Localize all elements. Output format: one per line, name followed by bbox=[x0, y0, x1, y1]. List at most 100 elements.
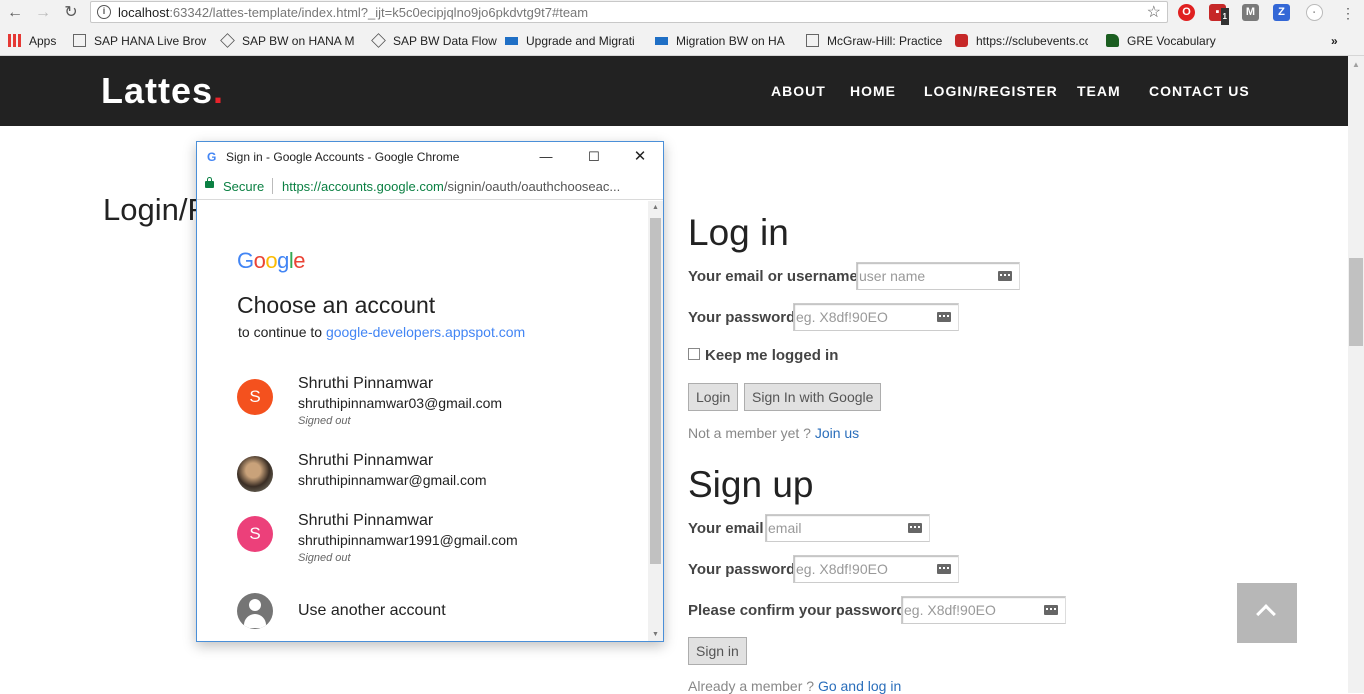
bookmark-item[interactable]: McGraw-Hill: Practice bbox=[806, 33, 942, 49]
close-icon[interactable]: ✕ bbox=[631, 148, 649, 166]
popup-titlebar[interactable]: G Sign in - Google Accounts - Google Chr… bbox=[197, 142, 663, 172]
scroll-up-arrow-icon[interactable]: ▲ bbox=[652, 204, 659, 211]
login-password-input[interactable]: eg. X8df!90EO bbox=[793, 303, 959, 331]
login-title: Log in bbox=[688, 212, 789, 253]
use-another-label: Use another account bbox=[298, 602, 446, 619]
keep-logged-checkbox[interactable] bbox=[688, 348, 700, 360]
login-email-placeholder: user name bbox=[859, 268, 926, 284]
lock-icon bbox=[205, 177, 214, 188]
popup-url-bar[interactable]: Secure https://accounts.google.com/signi… bbox=[197, 172, 663, 200]
go-login-link[interactable]: Go and log in bbox=[818, 678, 901, 694]
not-member-text: Not a member yet ? Join us bbox=[688, 425, 860, 441]
signup-password-input[interactable]: eg. X8df!90EO bbox=[793, 555, 959, 583]
google-logo: Google bbox=[237, 248, 306, 273]
bookmark-item[interactable]: Upgrade and Migrati bbox=[505, 33, 635, 49]
bookmark-item[interactable]: SAP BW on HANA Mi bbox=[220, 33, 354, 49]
signup-email-placeholder: email bbox=[768, 520, 802, 536]
account-item[interactable]: S Shruthi Pinnamwar shruthipinnamwar1991… bbox=[197, 512, 649, 586]
popup-scroll-thumb[interactable] bbox=[650, 218, 661, 564]
keyboard-icon bbox=[937, 564, 951, 574]
login-email-input[interactable]: user name bbox=[856, 262, 1020, 290]
login-button[interactable]: Login bbox=[688, 383, 739, 411]
popup-content: Google Choose an account to continue to … bbox=[197, 201, 649, 641]
spider-icon bbox=[955, 34, 968, 47]
keyboard-icon bbox=[908, 523, 922, 533]
browser-chrome: ← → ↻ i localhost:63342/lattes-template/… bbox=[0, 0, 1364, 56]
google-signin-button[interactable]: Sign In with Google bbox=[744, 383, 882, 411]
account-name: Shruthi Pinnamwar bbox=[298, 512, 434, 529]
bookmark-item[interactable]: SAP HANA Live Brow bbox=[73, 33, 206, 49]
popup-scrollbar[interactable]: ▲ ▼ bbox=[648, 201, 663, 641]
account-item[interactable]: S Shruthi Pinnamwar shruthipinnamwar03@g… bbox=[197, 375, 649, 449]
nav-contact-us[interactable]: CONTACT US bbox=[1149, 83, 1250, 99]
login-password-label: Your password bbox=[688, 309, 796, 326]
nav-about[interactable]: ABOUT bbox=[771, 83, 826, 99]
bookmark-item[interactable]: SAP BW Data Flow bbox=[371, 33, 497, 49]
bookmark-item[interactable]: Migration BW on HA bbox=[655, 33, 785, 49]
back-to-top-button[interactable] bbox=[1237, 583, 1297, 643]
m-extension-icon[interactable]: M bbox=[1242, 4, 1259, 21]
extension-circle-icon[interactable]: · bbox=[1306, 4, 1323, 21]
back-arrow-icon[interactable]: ← bbox=[5, 3, 25, 23]
login-email-label: Your email or username bbox=[688, 268, 858, 285]
diamond-icon bbox=[371, 33, 386, 48]
bookmark-apps[interactable]: Apps bbox=[8, 33, 56, 49]
page-scrollbar[interactable]: ▲ bbox=[1348, 56, 1364, 693]
account-email: shruthipinnamwar03@gmail.com bbox=[298, 395, 503, 411]
avatar bbox=[237, 456, 273, 492]
reload-icon[interactable]: ↻ bbox=[61, 3, 81, 23]
page-icon bbox=[806, 34, 819, 47]
account-status: Signed out bbox=[298, 415, 351, 427]
avatar: S bbox=[237, 379, 273, 415]
signup-confirm-input[interactable]: eg. X8df!90EO bbox=[901, 596, 1066, 624]
signup-password-label: Your password bbox=[688, 561, 796, 578]
page-heading: Login/R bbox=[103, 192, 210, 227]
continue-app-link[interactable]: google-developers.appspot.com bbox=[326, 324, 525, 340]
menu-dots-icon[interactable]: ⋮ bbox=[1338, 3, 1358, 23]
url-divider bbox=[272, 178, 273, 194]
info-icon[interactable]: i bbox=[97, 5, 111, 19]
keep-logged-label: Keep me logged in bbox=[705, 347, 839, 364]
diamond-icon bbox=[220, 33, 235, 48]
scroll-thumb[interactable] bbox=[1349, 258, 1363, 346]
account-name: Shruthi Pinnamwar bbox=[298, 452, 434, 469]
avatar: S bbox=[237, 516, 273, 552]
scroll-down-arrow-icon[interactable]: ▼ bbox=[652, 631, 659, 638]
already-member-text: Already a member ? Go and log in bbox=[688, 678, 902, 694]
login-password-placeholder: eg. X8df!90EO bbox=[796, 309, 888, 325]
forward-arrow-icon[interactable]: → bbox=[33, 3, 53, 23]
join-us-link[interactable]: Join us bbox=[815, 425, 859, 441]
person-icon bbox=[237, 593, 273, 629]
signup-email-label: Your email bbox=[688, 520, 764, 537]
maximize-icon[interactable]: ☐ bbox=[585, 148, 603, 166]
signup-email-input[interactable]: email bbox=[765, 514, 930, 542]
address-row: ← → ↻ i localhost:63342/lattes-template/… bbox=[0, 0, 1364, 26]
extension-icon[interactable]: 1 ▪ bbox=[1209, 4, 1229, 25]
continue-to-text: to continue to google-developers.appspot… bbox=[238, 324, 526, 340]
use-another-account[interactable]: Use another account bbox=[197, 593, 649, 633]
opera-icon[interactable]: O bbox=[1178, 4, 1195, 21]
bookmark-star-icon[interactable]: ☆ bbox=[1147, 2, 1161, 22]
sap-icon bbox=[505, 37, 518, 45]
signup-signin-button[interactable]: Sign in bbox=[688, 637, 747, 665]
nav-home[interactable]: HOME bbox=[850, 83, 896, 99]
minimize-icon[interactable]: — bbox=[537, 148, 555, 166]
bookmark-item[interactable]: GRE Vocabulary bbox=[1106, 33, 1216, 49]
address-bar[interactable]: i localhost:63342/lattes-template/index.… bbox=[90, 1, 1168, 23]
zotero-icon[interactable]: Z bbox=[1273, 4, 1290, 21]
bookmarks-overflow[interactable]: » bbox=[1331, 33, 1338, 49]
keyboard-icon bbox=[1044, 605, 1058, 615]
nav-team[interactable]: TEAM bbox=[1077, 83, 1121, 99]
account-name: Shruthi Pinnamwar bbox=[298, 375, 434, 392]
bookmark-item[interactable]: https://sclubevents.cc bbox=[955, 33, 1088, 49]
site-navbar: Lattes. ABOUT HOME LOGIN/REGISTER TEAM C… bbox=[0, 56, 1348, 126]
signup-confirm-label: Please confirm your password bbox=[688, 602, 906, 619]
google-signin-popup: G Sign in - Google Accounts - Google Chr… bbox=[196, 141, 664, 642]
keyboard-icon bbox=[998, 271, 1012, 281]
scroll-up-arrow-icon[interactable]: ▲ bbox=[1352, 60, 1360, 69]
site-logo[interactable]: Lattes. bbox=[101, 70, 224, 112]
nav-login-register[interactable]: LOGIN/REGISTER bbox=[924, 83, 1058, 99]
bookmarks-bar: Apps SAP HANA Live Brow SAP BW on HANA M… bbox=[0, 30, 1364, 52]
spartan-icon bbox=[1106, 34, 1119, 47]
page-icon bbox=[73, 34, 86, 47]
